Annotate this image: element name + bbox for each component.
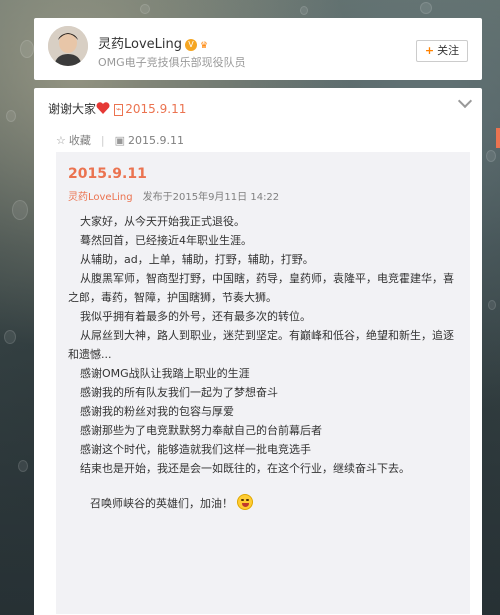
article-closing: 召唤师峡谷的英雄们，加油！ [68,494,464,513]
divider: | [100,133,105,147]
article-paragraph: 感谢我的所有队友我们一起为了梦想奋斗 [80,386,278,399]
article-paragraph: 感谢那些为了电竞默默努力奉献自己的台前幕后者 [80,424,322,437]
article-closing-text: 召唤师峡谷的英雄们，加油！ [90,497,233,510]
post-card: 谢谢大家 ⌁ 2015.9.11 ☆ 收藏 | ▣ 2015.9.11 2015.9.… [34,88,482,615]
chevron-down-icon[interactable] [457,93,473,109]
grin-emoji-icon [236,494,253,510]
post-text: 谢谢大家 ⌁ 2015.9.11 [48,100,186,117]
article-icon: ▣ [114,133,125,147]
article-date-label[interactable]: 2015.9.11 [128,134,184,147]
vip-icon: ♛ [200,41,209,51]
post-actions: ☆ 收藏 | ▣ 2015.9.11 [56,132,184,148]
plus-icon: + [424,44,435,57]
date-link[interactable]: ⌁ 2015.9.11 [113,102,186,116]
follow-button[interactable]: + 关注 [416,40,468,62]
avatar-image [48,26,88,66]
article-paragraph: 感谢OMG战队让我踏上职业的生涯 [80,367,250,380]
article-paragraph: 结束也是开始，我还是会一如既往的，在这个行业，继续奋斗下去。 [80,462,410,475]
avatar[interactable] [48,26,88,66]
article-body: 大家好，从今天开始我正式退役。 蓦然回首，已经接近4年职业生涯。 从辅助，ad，… [68,212,464,513]
article-paragraph: 我似乎拥有着最多的外号，还有最多次的转位。 [80,310,311,323]
verified-icon: V [185,39,198,51]
article-author[interactable]: 灵药LoveLing [68,192,133,203]
article-paragraph: 从屌丝到大神，路人到职业，迷茫到坚定。有巅峰和低谷，绝望和新生，追逐和遗憾... [68,329,454,361]
article-date-action[interactable]: ▣ 2015.9.11 [115,134,184,147]
heart-icon [96,102,110,114]
follow-label: 关注 [437,44,460,57]
user-description: OMG电子竞技俱乐部现役队员 [98,56,246,69]
side-edge-tab[interactable] [496,128,500,148]
article-paragraph: 感谢我的粉丝对我的包容与厚爱 [80,405,234,418]
favorite-label[interactable]: 收藏 [69,134,91,147]
star-icon: ☆ [56,134,66,147]
article-preview[interactable]: 2015.9.11 灵药LoveLing 发布于2015年9月11日 14:22 … [56,152,470,614]
profile-card: 灵药LoveLing V ♛ OMG电子竞技俱乐部现役队员 + 关注 [34,18,482,80]
article-paragraph: 感谢这个时代，能够造就我们这样一批电竞选手 [80,443,311,456]
user-name-text[interactable]: 灵药LoveLing [98,37,182,52]
article-paragraph: 蓦然回首，已经接近4年职业生涯。 [80,234,252,247]
article-paragraph: 从腹黑军师，智商型打野，中国瞎，药导，皇药师，袁隆平，电竞霍建华，喜之郎，毒药，… [68,272,454,304]
date-link-text[interactable]: 2015.9.11 [125,102,186,116]
article-paragraph: 大家好，从今天开始我正式退役。 [80,215,245,228]
article-paragraph: 从辅助，ad，上单，辅助，打野，辅助，打野。 [80,253,314,266]
article-published: 发布于2015年9月11日 14:22 [142,192,280,203]
link-icon: ⌁ [113,104,124,116]
user-name[interactable]: 灵药LoveLing V ♛ [98,33,208,52]
article-title-date: 2015.9.11 [68,166,147,182]
article-meta: 灵药LoveLing 发布于2015年9月11日 14:22 [68,188,279,203]
favorite-action[interactable]: ☆ 收藏 [56,132,91,148]
post-text-content: 谢谢大家 [48,102,97,116]
